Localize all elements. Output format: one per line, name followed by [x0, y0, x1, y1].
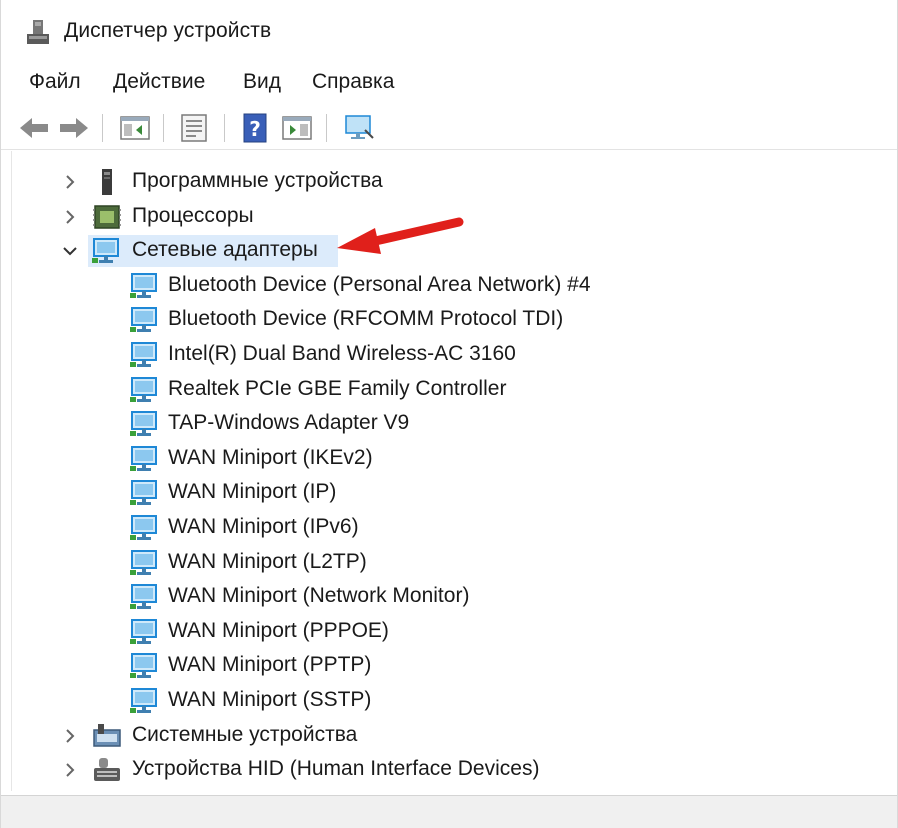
network-adapter-icon [130, 549, 160, 577]
tree-category-label: Процессоры [132, 203, 254, 227]
network-adapter-label: WAN Miniport (SSTP) [168, 688, 372, 711]
menu-file[interactable]: Файл [25, 68, 85, 96]
network-adapter-icon [130, 376, 160, 404]
network-adapter-icon [130, 687, 160, 715]
properties-icon [181, 114, 207, 142]
window-title: Диспетчер устройств [64, 19, 272, 42]
scan-hardware-button[interactable] [342, 111, 376, 145]
network-adapter-item[interactable]: TAP-Windows Adapter V9 [12, 407, 889, 441]
network-adapter-icon [130, 410, 160, 438]
svg-text:?: ? [249, 117, 261, 141]
toolbar: ? [1, 106, 897, 150]
tree-category-row[interactable]: Системные устройства [12, 719, 889, 753]
device-manager-icon [27, 20, 49, 44]
menu-bar: Файл Действие Вид Справка [1, 62, 897, 102]
network-adapter-label: Bluetooth Device (Personal Area Network)… [168, 272, 591, 296]
network-adapter-item[interactable]: WAN Miniport (IKEv2) [12, 442, 889, 476]
network-adapter-label: WAN Miniport (IPv6) [168, 515, 359, 538]
back-button[interactable] [17, 111, 51, 145]
tree-category-row[interactable]: Программные устройства [12, 165, 889, 199]
network-adapter-item[interactable]: WAN Miniport (Network Monitor) [12, 580, 889, 614]
network-adapter-label: WAN Miniport (IKEv2) [168, 445, 373, 469]
hid-devices-icon [92, 756, 122, 784]
menu-action[interactable]: Действие [109, 68, 209, 96]
forward-button[interactable] [57, 111, 91, 145]
network-adapter-item[interactable]: WAN Miniport (IP) [12, 476, 889, 510]
back-arrow-icon [20, 118, 48, 138]
help-button[interactable]: ? [238, 111, 272, 145]
tree-category-label: Программные устройства [132, 169, 383, 192]
processor-icon [92, 203, 122, 231]
chevron-right-icon[interactable] [62, 762, 78, 778]
network-adapter-item[interactable]: Intel(R) Dual Band Wireless-AC 3160 [12, 338, 889, 372]
network-adapter-item[interactable]: Bluetooth Device (RFCOMM Protocol TDI) [12, 303, 889, 337]
network-adapter-label: WAN Miniport (Network Monitor) [168, 584, 470, 608]
network-adapter-item[interactable]: WAN Miniport (L2TP) [12, 546, 889, 580]
network-adapter-label: Intel(R) Dual Band Wireless-AC 3160 [168, 342, 516, 365]
toolbar-separator [326, 114, 327, 142]
network-adapter-item[interactable]: WAN Miniport (PPTP) [12, 649, 889, 683]
annotation-arrow [337, 217, 464, 254]
network-adapter-label: WAN Miniport (IP) [168, 480, 337, 504]
network-adapter-icon [130, 272, 160, 300]
chevron-down-icon[interactable] [62, 243, 78, 259]
chevron-right-icon[interactable] [62, 209, 78, 225]
tree-category-label: Устройства HID (Human Interface Devices) [132, 757, 540, 781]
network-adapter-label: WAN Miniport (L2TP) [168, 549, 367, 573]
software-device-icon [92, 168, 122, 196]
tree-category-row[interactable]: Устройства HID (Human Interface Devices) [12, 753, 889, 787]
network-adapter-icon [130, 652, 160, 680]
network-adapter-item[interactable]: WAN Miniport (IPv6) [12, 511, 889, 545]
show-hide-console-tree-icon [120, 116, 150, 140]
network-adapter-label: WAN Miniport (PPTP) [168, 653, 372, 677]
network-adapter-item[interactable]: Realtek PCIe GBE Family Controller [12, 373, 889, 407]
system-devices-icon [92, 722, 122, 750]
network-adapter-item[interactable]: WAN Miniport (SSTP) [12, 684, 889, 718]
network-adapter-label: Bluetooth Device (RFCOMM Protocol TDI) [168, 307, 564, 331]
scan-hardware-monitor-icon [345, 115, 374, 139]
network-adapter-label: WAN Miniport (PPPOE) [168, 618, 389, 642]
chevron-right-icon[interactable] [62, 174, 78, 190]
help-icon: ? [243, 113, 267, 143]
network-adapter-item[interactable]: WAN Miniport (PPPOE) [12, 615, 889, 649]
toolbar-separator [102, 114, 103, 142]
show-hide-tree-button[interactable] [118, 111, 152, 145]
network-adapter-icon [130, 618, 160, 646]
toolbar-separator [163, 114, 164, 142]
tree-category-label: Сетевые адаптеры [132, 238, 318, 262]
network-adapter-label: Realtek PCIe GBE Family Controller [168, 376, 507, 400]
menu-view[interactable]: Вид [239, 68, 285, 96]
show-action-pane-button[interactable] [280, 111, 314, 145]
menu-help[interactable]: Справка [308, 68, 398, 96]
show-action-pane-icon [282, 116, 312, 140]
toolbar-separator [224, 114, 225, 142]
network-adapter-label: TAP-Windows Adapter V9 [168, 411, 410, 435]
network-adapter-icon [130, 583, 160, 611]
title-bar: Диспетчер устройств [1, 0, 897, 60]
device-manager-window: Диспетчер устройств Файл Действие Вид Сп… [0, 0, 898, 828]
network-adapter-icon [130, 445, 160, 473]
status-bar [1, 795, 897, 828]
tree-category-label: Системные устройства [132, 722, 358, 746]
network-adapter-icon [130, 514, 160, 542]
network-adapter-icon [92, 237, 122, 265]
network-adapter-item[interactable]: Bluetooth Device (Personal Area Network)… [12, 269, 889, 303]
properties-button[interactable] [177, 111, 211, 145]
forward-arrow-icon [60, 118, 88, 138]
network-adapter-icon [130, 479, 160, 507]
network-adapter-icon [130, 341, 160, 369]
network-adapter-icon [130, 306, 160, 334]
chevron-right-icon[interactable] [62, 728, 78, 744]
